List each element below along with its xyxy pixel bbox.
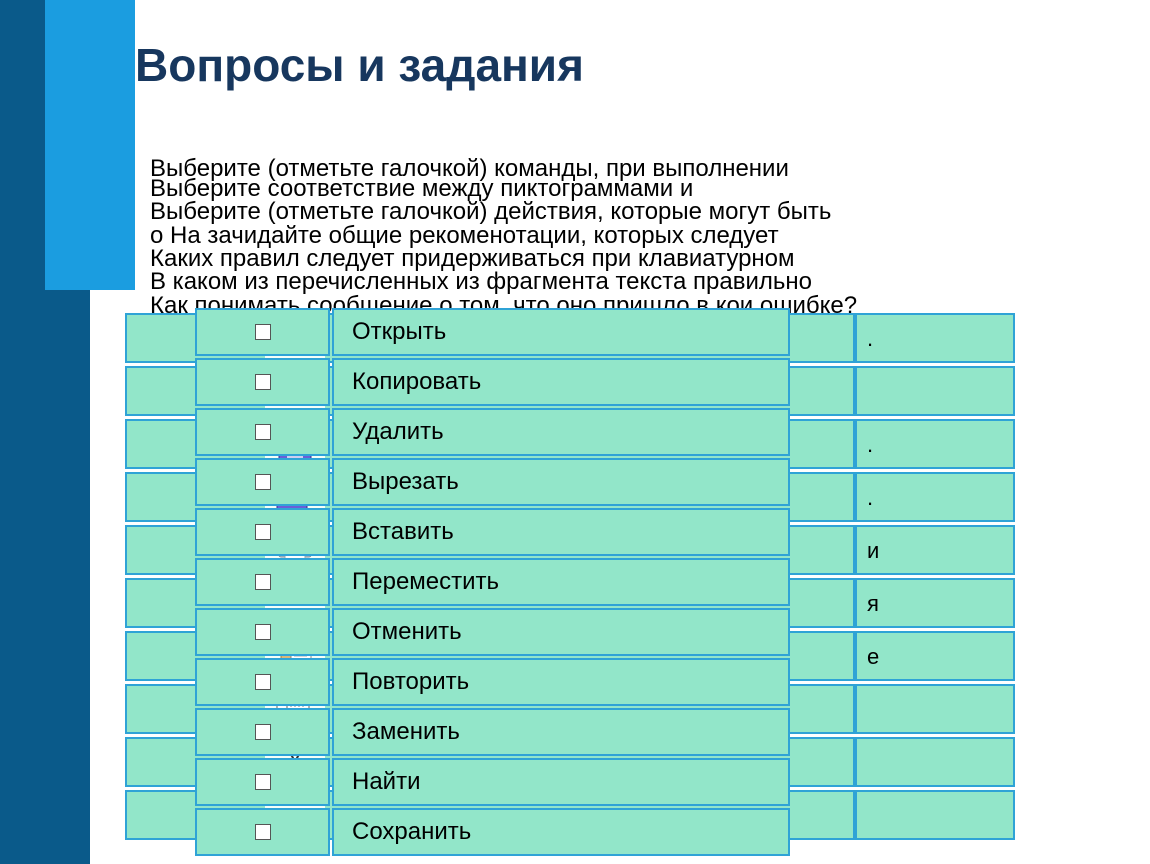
right-cell <box>855 366 1015 416</box>
command-label: Вставить <box>332 508 790 556</box>
table-row: Вставить <box>195 508 790 556</box>
command-label: Открыть <box>332 308 790 356</box>
checkbox-cell[interactable] <box>195 458 330 506</box>
table-row: Отменить <box>195 608 790 656</box>
checkbox-cell[interactable] <box>195 508 330 556</box>
table-row: Заменить <box>195 708 790 756</box>
command-label: Заменить <box>332 708 790 756</box>
right-cell <box>855 684 1015 734</box>
right-cell <box>855 737 1015 787</box>
command-label: Копировать <box>332 358 790 406</box>
table-row: Копировать <box>195 358 790 406</box>
right-cell: я <box>855 578 1015 628</box>
right-cell: . <box>855 313 1015 363</box>
table-row: Открыть <box>195 308 790 356</box>
right-cell <box>855 790 1015 840</box>
command-label: Отменить <box>332 608 790 656</box>
commands-table: Открыть Копировать Удалить Вырезать Вста… <box>195 308 790 858</box>
side-stripe-light <box>45 0 135 290</box>
command-label: Сохранить <box>332 808 790 856</box>
table-row: Вырезать <box>195 458 790 506</box>
checkbox-cell[interactable] <box>195 658 330 706</box>
checkbox-cell[interactable] <box>195 608 330 656</box>
checkbox-cell[interactable] <box>195 358 330 406</box>
table-row: Найти <box>195 758 790 806</box>
command-label: Удалить <box>332 408 790 456</box>
checkbox-cell[interactable] <box>195 408 330 456</box>
command-label: Повторить <box>332 658 790 706</box>
table-row: Переместить <box>195 558 790 606</box>
right-cell: . <box>855 472 1015 522</box>
checkbox-cell[interactable] <box>195 758 330 806</box>
checkbox-cell[interactable] <box>195 308 330 356</box>
right-cell: и <box>855 525 1015 575</box>
right-cell: . <box>855 419 1015 469</box>
checkbox-cell[interactable] <box>195 808 330 856</box>
command-label: Вырезать <box>332 458 790 506</box>
checkbox-cell[interactable] <box>195 708 330 756</box>
table-row: Сохранить <box>195 808 790 856</box>
command-label: Переместить <box>332 558 790 606</box>
table-row: Повторить <box>195 658 790 706</box>
table-row: Удалить <box>195 408 790 456</box>
checkbox-cell[interactable] <box>195 558 330 606</box>
page-title: Вопросы и задания <box>135 38 584 92</box>
right-cell: е <box>855 631 1015 681</box>
command-label: Найти <box>332 758 790 806</box>
right-partial-column: . . . и я е <box>855 313 1015 843</box>
